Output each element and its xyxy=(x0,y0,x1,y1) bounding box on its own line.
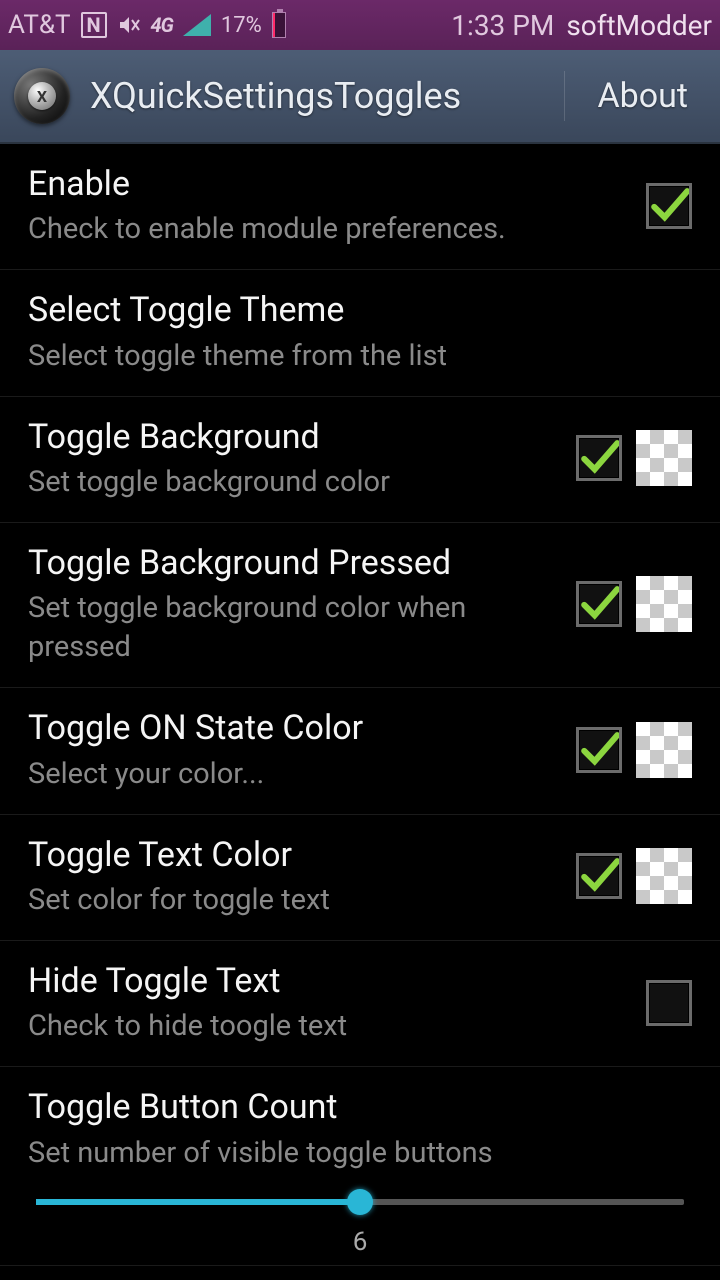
checkbox-hide-toggle-text[interactable] xyxy=(646,980,692,1026)
slider-thumb[interactable] xyxy=(347,1189,373,1215)
row-toggle-text-color[interactable]: Toggle Text Color Set color for toggle t… xyxy=(0,815,720,941)
row-subtitle: Check to enable module preferences. xyxy=(28,210,628,249)
row-title: Enable xyxy=(28,162,628,206)
row-title: Toggle Background xyxy=(28,415,558,459)
preference-list: Enable Check to enable module preference… xyxy=(0,144,720,1266)
status-right: 1:33 PM softModder xyxy=(451,9,712,42)
about-button[interactable]: About xyxy=(575,76,706,116)
slider-track[interactable] xyxy=(36,1199,684,1205)
app-icon: X xyxy=(14,68,70,124)
signal-icon xyxy=(183,14,211,36)
row-title: Select Toggle Theme xyxy=(28,288,692,332)
color-swatch-background[interactable] xyxy=(636,430,692,486)
row-subtitle: Select toggle theme from the list xyxy=(28,337,692,376)
row-title: Toggle Text Color xyxy=(28,833,558,877)
row-text: Enable Check to enable module preference… xyxy=(28,162,628,249)
row-subtitle: Select your color... xyxy=(28,755,558,794)
row-title: Toggle Button Count xyxy=(28,1085,692,1129)
brand-label: softModder xyxy=(566,9,712,42)
slider-toggle-count[interactable] xyxy=(28,1173,692,1205)
row-text: Toggle ON State Color Select your color.… xyxy=(28,706,558,793)
row-toggle-background[interactable]: Toggle Background Set toggle background … xyxy=(0,397,720,523)
row-subtitle: Set color for toggle text xyxy=(28,881,558,920)
status-left: AT&T N 4G 17% xyxy=(8,10,286,40)
row-text: Select Toggle Theme Select toggle theme … xyxy=(28,288,692,375)
color-swatch-background-pressed[interactable] xyxy=(636,576,692,632)
nfc-icon: N xyxy=(81,12,107,38)
battery-percent: 17% xyxy=(221,13,262,38)
network-4g-icon: 4G xyxy=(151,13,173,37)
row-hide-toggle-text[interactable]: Hide Toggle Text Check to hide toogle te… xyxy=(0,941,720,1067)
action-bar: X XQuickSettingsToggles About xyxy=(0,50,720,144)
row-subtitle: Check to hide toogle text xyxy=(28,1007,628,1046)
row-title: Toggle ON State Color xyxy=(28,706,558,750)
row-select-theme[interactable]: Select Toggle Theme Select toggle theme … xyxy=(0,270,720,396)
carrier-label: AT&T xyxy=(8,10,71,40)
app-icon-letter: X xyxy=(28,82,56,110)
row-text: Hide Toggle Text Check to hide toogle te… xyxy=(28,959,628,1046)
row-enable[interactable]: Enable Check to enable module preference… xyxy=(0,144,720,270)
app-title: XQuickSettingsToggles xyxy=(90,75,564,117)
slider-fill xyxy=(36,1199,360,1205)
separator xyxy=(564,71,565,121)
checkbox-toggle-background[interactable] xyxy=(576,435,622,481)
row-title: Toggle Background Pressed xyxy=(28,541,558,585)
row-subtitle: Set number of visible toggle buttons xyxy=(28,1134,692,1173)
row-text: Toggle Text Color Set color for toggle t… xyxy=(28,833,558,920)
row-toggle-button-count[interactable]: Toggle Button Count Set number of visibl… xyxy=(0,1067,720,1265)
checkbox-toggle-on-state[interactable] xyxy=(576,727,622,773)
color-swatch-text-color[interactable] xyxy=(636,848,692,904)
row-toggle-on-state[interactable]: Toggle ON State Color Select your color.… xyxy=(0,688,720,814)
checkbox-enable[interactable] xyxy=(646,183,692,229)
checkbox-toggle-text-color[interactable] xyxy=(576,853,622,899)
row-text: Toggle Background Set toggle background … xyxy=(28,415,558,502)
row-subtitle: Set toggle background color xyxy=(28,463,558,502)
checkbox-toggle-background-pressed[interactable] xyxy=(576,581,622,627)
color-swatch-on-state[interactable] xyxy=(636,722,692,778)
row-text: Toggle Button Count Set number of visibl… xyxy=(28,1085,692,1172)
mute-icon xyxy=(117,13,141,37)
row-title: Hide Toggle Text xyxy=(28,959,628,1003)
status-bar: AT&T N 4G 17% 1:33 PM softModder xyxy=(0,0,720,50)
row-toggle-background-pressed[interactable]: Toggle Background Pressed Set toggle bac… xyxy=(0,523,720,688)
clock: 1:33 PM xyxy=(451,9,554,42)
row-text: Toggle Background Pressed Set toggle bac… xyxy=(28,541,558,667)
row-subtitle: Set toggle background color when pressed xyxy=(28,589,558,667)
slider-value: 6 xyxy=(28,1227,692,1257)
battery-icon xyxy=(272,12,286,38)
